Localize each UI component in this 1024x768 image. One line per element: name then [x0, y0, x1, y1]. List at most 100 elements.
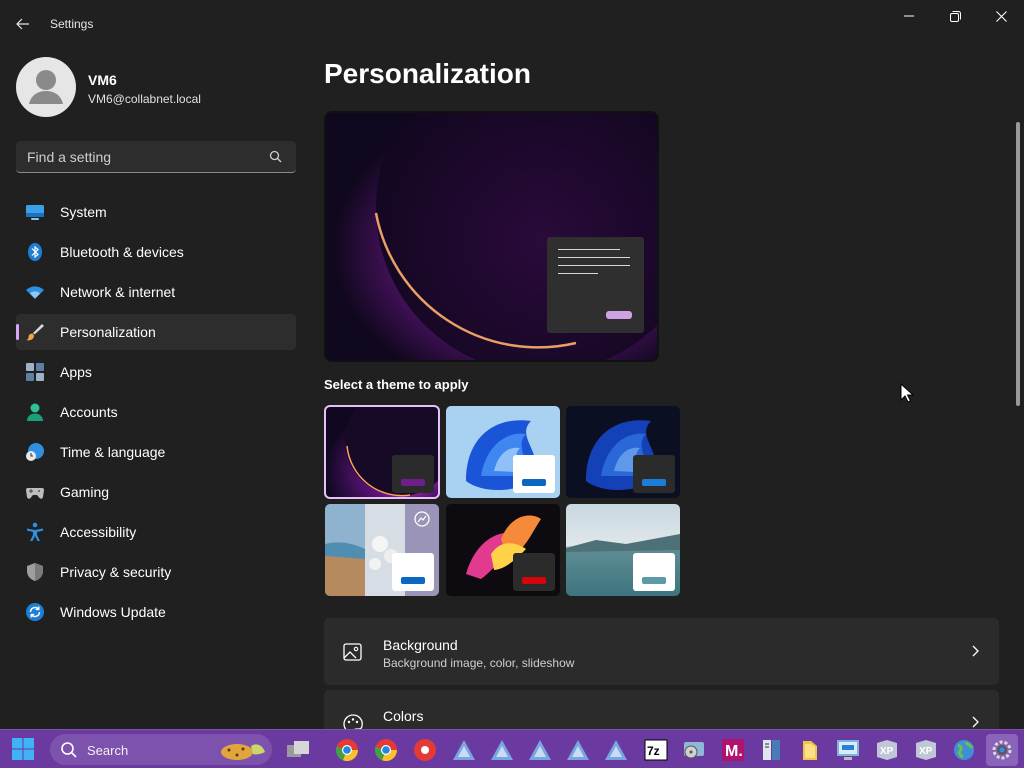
sidebar-item-accounts[interactable]: Accounts	[16, 394, 296, 430]
theme-accent-swatch	[401, 577, 425, 584]
back-button[interactable]	[10, 12, 36, 36]
theme-bloom-light[interactable]	[446, 406, 560, 498]
sidebar-item-bluetooth[interactable]: Bluetooth & devices	[16, 234, 296, 270]
taskbar-app-5[interactable]	[600, 734, 632, 766]
disk-icon	[684, 742, 704, 759]
sidebar-item-label: Privacy & security	[60, 564, 172, 580]
taskbar-disk-tool[interactable]	[678, 734, 710, 766]
recorder-icon	[414, 739, 436, 761]
sidebar-item-privacy[interactable]: Privacy & security	[16, 554, 296, 590]
svg-text:XP: XP	[880, 746, 894, 757]
shield-icon	[27, 563, 43, 581]
search-highlight-icon	[221, 744, 265, 760]
update-icon	[26, 603, 44, 621]
preview-text-line	[558, 265, 630, 266]
selection-indicator	[16, 324, 19, 340]
restore-button[interactable]	[932, 0, 978, 32]
taskbar-chrome[interactable]	[331, 734, 363, 766]
theme-accent-swatch	[401, 479, 425, 486]
m-icon: M.	[722, 739, 744, 761]
sidebar-item-personalization[interactable]: Personalization	[16, 314, 296, 350]
theme-sunrise[interactable]	[566, 504, 680, 596]
theme-window-sample	[513, 455, 555, 493]
avatar[interactable]	[16, 57, 76, 117]
row-title: Background	[383, 637, 458, 653]
sidebar-nav: System Bluetooth & devices Network & int…	[16, 194, 296, 634]
user-email: VM6@collabnet.local	[88, 92, 201, 106]
theme-window-sample	[513, 553, 555, 591]
person-avatar-icon	[29, 70, 63, 104]
theme-window-sample	[633, 455, 675, 493]
taskbar-file-explorer[interactable]	[794, 734, 826, 766]
mouse-pointer-icon	[900, 383, 914, 403]
sidebar-item-gaming[interactable]: Gaming	[16, 474, 296, 510]
taskbar-7zip[interactable]: 7z	[640, 734, 672, 766]
windows-start-icon[interactable]	[10, 736, 36, 762]
taskbar-task-view[interactable]	[282, 734, 314, 766]
background-settings-row[interactable]: Background Background image, color, slid…	[324, 618, 999, 685]
taskbar-settings[interactable]	[986, 734, 1018, 766]
sidebar-item-accessibility[interactable]: Accessibility	[16, 514, 296, 550]
sidebar-item-windows-update[interactable]: Windows Update	[16, 594, 296, 630]
taskbar-xp-app-1[interactable]: XP	[871, 734, 903, 766]
search-input[interactable]	[16, 141, 266, 172]
search-icon[interactable]	[268, 149, 284, 165]
sidebar-item-system[interactable]: System	[16, 194, 296, 230]
taskbar-app-2[interactable]	[486, 734, 518, 766]
taskbar-m-app[interactable]: M.	[717, 734, 749, 766]
chevron-right-icon	[972, 716, 979, 728]
globe-icon	[954, 740, 974, 760]
chrome-icon	[335, 739, 359, 762]
xp-icon: XP	[877, 740, 897, 760]
close-button[interactable]	[978, 0, 1024, 32]
preview-text-line	[558, 273, 598, 274]
app-title: Settings	[50, 17, 94, 31]
bluetooth-icon	[28, 243, 42, 261]
minimize-icon	[904, 15, 914, 17]
theme-preview	[324, 111, 659, 362]
taskbar-chrome[interactable]	[370, 734, 402, 766]
theme-accent-swatch	[522, 479, 546, 486]
accessibility-icon	[27, 522, 43, 541]
theme-spotlight[interactable]	[325, 504, 439, 596]
minimize-button[interactable]	[886, 0, 932, 32]
sidebar-item-label: Accounts	[60, 404, 118, 420]
image-icon	[343, 643, 362, 661]
theme-window-sample	[392, 455, 434, 493]
paintbrush-icon	[26, 324, 44, 341]
restore-icon	[949, 10, 961, 22]
theme-flow[interactable]	[446, 504, 560, 596]
sidebar-item-network[interactable]: Network & internet	[16, 274, 296, 310]
settings-icon	[992, 740, 1012, 760]
7zip-icon: 7z	[644, 739, 668, 761]
app-icon	[529, 740, 551, 760]
clock-globe-icon	[26, 443, 44, 461]
theme-bloom-dark[interactable]	[566, 406, 680, 498]
sidebar-item-time-language[interactable]: Time & language	[16, 434, 296, 470]
taskbar-app-4[interactable]	[562, 734, 594, 766]
taskbar-xp-app-2[interactable]: XP	[910, 734, 942, 766]
row-subtitle: Background image, color, slideshow	[383, 656, 575, 670]
themes-section-label: Select a theme to apply	[324, 377, 469, 392]
taskbar: Search 7z M. XP XP	[0, 729, 1024, 768]
colors-settings-row[interactable]: Colors	[324, 690, 999, 734]
sidebar-item-label: Windows Update	[60, 604, 166, 620]
svg-text:M.: M.	[725, 743, 743, 760]
sidebar-item-label: Gaming	[60, 484, 110, 500]
apps-icon	[26, 363, 44, 381]
taskbar-remote-desktop[interactable]	[832, 734, 864, 766]
theme-glow-dark[interactable]	[324, 405, 440, 499]
taskbar-app-3[interactable]	[524, 734, 556, 766]
vertical-scrollbar[interactable]	[1016, 122, 1020, 406]
sidebar-item-apps[interactable]: Apps	[16, 354, 296, 390]
taskbar-app-1[interactable]	[448, 734, 480, 766]
wifi-icon	[26, 286, 44, 299]
taskbar-recorder[interactable]	[409, 734, 441, 766]
taskbar-search[interactable]: Search	[50, 734, 272, 765]
taskbar-book-app[interactable]	[756, 734, 788, 766]
theme-accent-swatch	[522, 577, 546, 584]
preview-accent-button	[606, 311, 632, 319]
theme-gallery	[324, 405, 680, 597]
taskbar-globe-app[interactable]	[948, 734, 980, 766]
app-icon	[567, 740, 589, 760]
